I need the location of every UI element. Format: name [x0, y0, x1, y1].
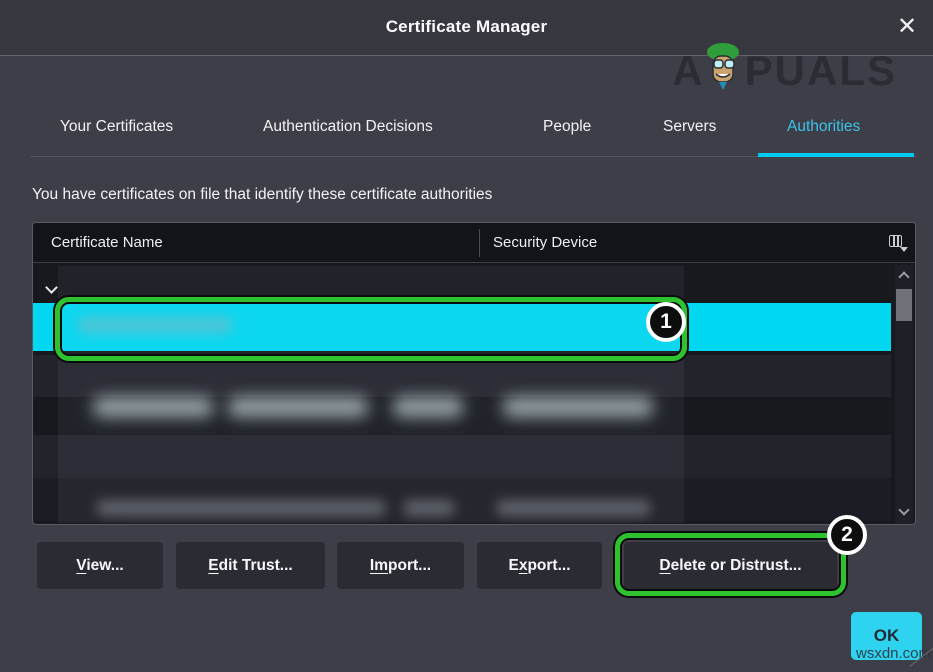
redacted-text [403, 500, 455, 516]
table-header: Certificate Name Security Device [33, 223, 915, 263]
export-button[interactable]: Export... [477, 542, 602, 589]
logo-text-right: PUALS [745, 50, 897, 92]
site-watermark: wsxdn.com [856, 645, 931, 662]
annotation-highlight-2 [615, 533, 846, 596]
column-header-security-device[interactable]: Security Device [493, 234, 597, 251]
column-picker-icon[interactable] [887, 233, 909, 253]
vertical-scrollbar[interactable] [895, 265, 913, 524]
redacted-text [96, 500, 386, 516]
scrollbar-thumb[interactable] [896, 289, 912, 321]
redacted-text [503, 397, 653, 417]
logo-mascot-icon [701, 40, 747, 96]
certificate-manager-dialog: Certificate Manager ✕ A PUALS Your Certi… [0, 0, 933, 672]
tab-your-certificates[interactable]: Your Certificates [60, 118, 173, 136]
column-header-certificate-name[interactable]: Certificate Name [51, 234, 163, 251]
description-text: You have certificates on file that ident… [32, 186, 492, 204]
redacted-text [496, 500, 651, 516]
certificate-table: Certificate Name Security Device [32, 222, 916, 525]
appuals-logo: A PUALS [672, 40, 897, 102]
tab-people[interactable]: People [543, 118, 591, 136]
redacted-text [228, 397, 368, 417]
active-tab-indicator [758, 153, 914, 157]
redacted-text [393, 397, 463, 417]
redacted-text [93, 397, 213, 417]
chevron-down-icon[interactable] [45, 281, 58, 294]
tab-servers[interactable]: Servers [663, 118, 716, 136]
scroll-up-icon[interactable] [895, 265, 913, 285]
view-button[interactable]: View... [37, 542, 163, 589]
tab-authentication-decisions[interactable]: Authentication Decisions [263, 118, 433, 136]
column-divider[interactable] [479, 229, 480, 257]
dialog-title: Certificate Manager [0, 17, 933, 37]
tab-authorities[interactable]: Authorities [787, 118, 860, 136]
close-icon[interactable]: ✕ [892, 12, 922, 42]
edit-trust-button[interactable]: Edit Trust... [176, 542, 325, 589]
annotation-highlight-1 [55, 297, 687, 361]
annotation-step-badge-2: 2 [827, 515, 867, 555]
scroll-down-icon[interactable] [895, 504, 913, 524]
import-button[interactable]: Import... [337, 542, 464, 589]
annotation-step-badge-1: 1 [646, 302, 686, 342]
